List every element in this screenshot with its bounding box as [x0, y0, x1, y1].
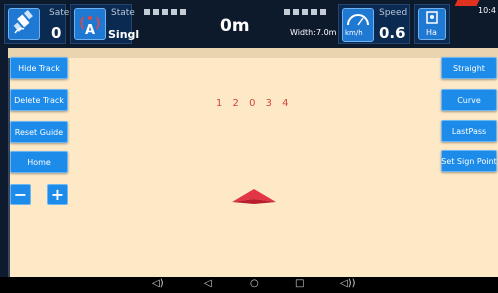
- zoom-in-button[interactable]: +: [47, 184, 68, 205]
- recents-icon[interactable]: □: [295, 278, 304, 289]
- back-icon[interactable]: ◁: [204, 278, 212, 289]
- home-icon[interactable]: ○: [250, 278, 259, 289]
- map-top-strip: [8, 48, 498, 58]
- volume-up-icon[interactable]: ◁)): [340, 278, 356, 289]
- state-value: Singl: [108, 28, 140, 41]
- area-icon: Ha: [418, 8, 446, 40]
- satellite-count-tile: Sate 0: [4, 4, 70, 44]
- top-status-bar: Sate 0 A State Singl 0m Width:7.0m km/h …: [0, 0, 498, 48]
- speed-label: Speed: [379, 8, 408, 18]
- left-signal-dots: [144, 9, 186, 15]
- last-pass-button[interactable]: LastPass: [441, 120, 497, 142]
- clock: 10:4: [478, 6, 496, 15]
- distance-readout: 0m: [220, 16, 250, 36]
- sate-label: Sate: [49, 8, 70, 18]
- lane-numbers: 1 2 0 3 4: [216, 98, 290, 109]
- status-indicator: [454, 0, 480, 6]
- zoom-out-button[interactable]: −: [10, 184, 31, 205]
- reset-guide-button[interactable]: Reset Guide: [10, 121, 68, 143]
- state-label: State: [111, 8, 135, 18]
- home-button[interactable]: Home: [10, 151, 68, 173]
- delete-track-button[interactable]: Delete Track: [10, 89, 68, 111]
- speed-value: 0.6: [379, 24, 406, 42]
- hide-track-button[interactable]: Hide Track: [10, 57, 68, 79]
- volume-down-icon[interactable]: ◁): [152, 278, 164, 289]
- state-tile: A State Singl: [70, 4, 139, 44]
- sate-value: 0: [51, 24, 62, 42]
- implement-width: Width:7.0m: [290, 28, 337, 37]
- speed-tile: km/h Speed 0.6: [338, 4, 410, 44]
- ha-label: Ha: [426, 28, 437, 37]
- curve-button[interactable]: Curve: [441, 89, 497, 111]
- area-tile: Ha: [414, 4, 450, 44]
- speedometer-icon: km/h: [342, 8, 374, 42]
- right-signal-dots: [284, 9, 326, 15]
- satellite-icon: [8, 8, 40, 40]
- svg-text:A: A: [85, 23, 95, 38]
- set-sign-point-button[interactable]: Set Sign Point: [441, 150, 497, 172]
- android-nav-bar: ◁) ◁ ○ □ ◁)): [0, 277, 498, 293]
- speed-unit: km/h: [345, 29, 363, 37]
- guidance-map[interactable]: [8, 48, 498, 277]
- antenna-icon: A: [74, 8, 106, 40]
- tractor-marker: [232, 189, 276, 204]
- straight-button[interactable]: Straight: [441, 57, 497, 79]
